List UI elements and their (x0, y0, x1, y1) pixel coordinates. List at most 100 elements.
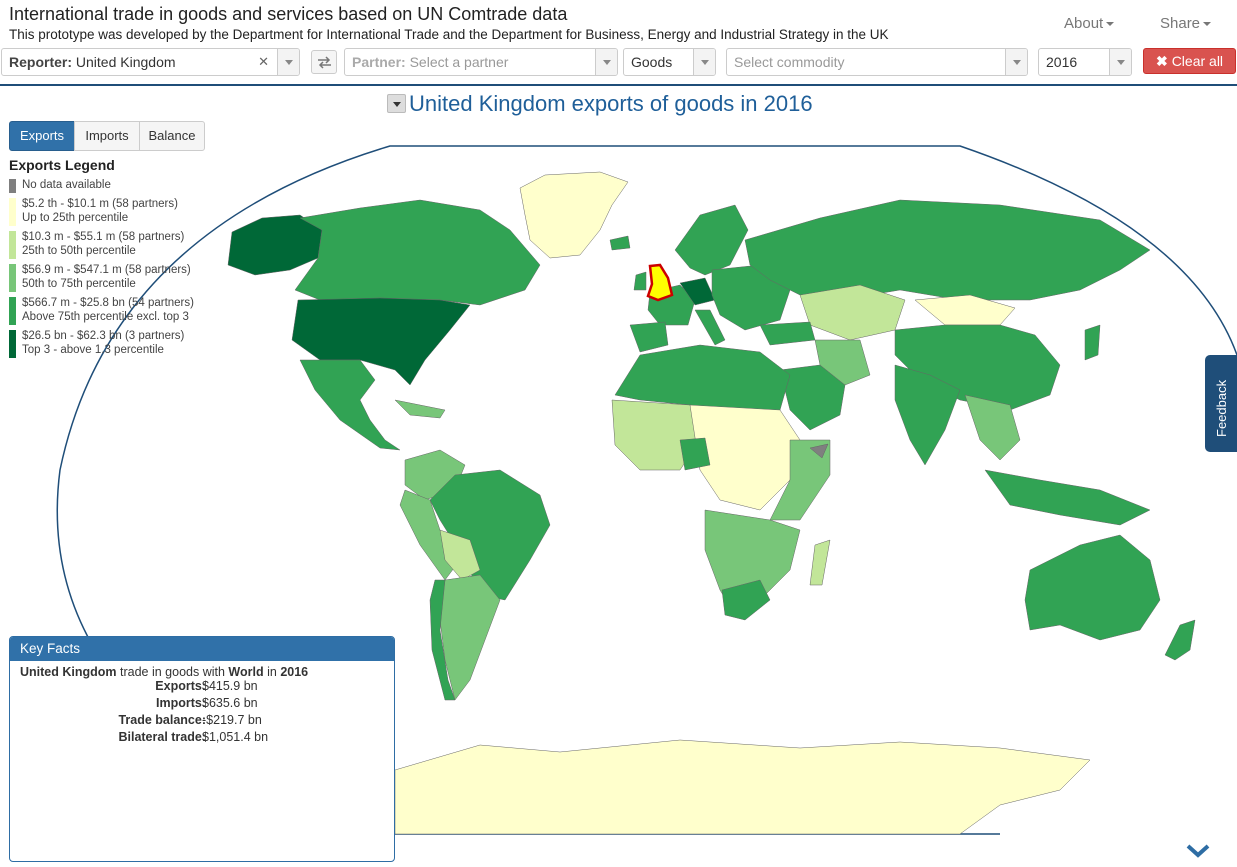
legend-swatch (9, 264, 16, 292)
fact-label: Bilateral trade: (118, 730, 206, 744)
fact-label: Trade balance: (118, 713, 206, 727)
legend-item-range: $10.3 m - $55.1 m (58 partners) (22, 231, 185, 243)
filter-bar: Reporter: United Kingdom ✕ Partner: Sele… (0, 48, 1237, 78)
region-north-africa[interactable] (614, 344, 791, 411)
year-value: 2016 (1046, 54, 1078, 70)
country-kazakhstan[interactable] (799, 284, 906, 341)
fact-row-trade-balance: Trade balance: -$219.7 bn (10, 713, 394, 730)
swap-icon (318, 56, 331, 69)
fact-value: $1,051.4 bn (202, 730, 269, 744)
key-facts-summary: United Kingdom trade in goods with World… (10, 665, 394, 679)
fact-row-imports: Imports: $635.6 bn (10, 696, 394, 713)
legend-item: $5.2 th - $10.1 m (58 partners) Up to 25… (9, 197, 219, 226)
partner-placeholder: Select a partner (409, 54, 509, 70)
header-divider (0, 84, 1237, 86)
reporter-select[interactable]: Reporter: United Kingdom ✕ (1, 48, 300, 76)
country-indonesia[interactable] (984, 469, 1151, 526)
commodity-placeholder: Select commodity (734, 54, 845, 70)
reporter-label: Reporter: (9, 54, 73, 70)
country-uk-reporter[interactable] (646, 263, 674, 302)
key-facts-panel: Key Facts United Kingdom trade in goods … (9, 636, 395, 862)
exports-legend: Exports Legend No data available $5.2 th… (9, 157, 219, 362)
legend-item-percentile: Top 3 - above 1.3 percentile (22, 344, 164, 356)
country-alaska[interactable] (227, 214, 323, 276)
country-nigeria[interactable] (679, 437, 711, 471)
legend-item: $566.7 m - $25.8 bn (54 partners) Above … (9, 296, 219, 325)
country-new-zealand[interactable] (1164, 619, 1196, 661)
clear-all-label: Clear all (1171, 53, 1224, 69)
legend-swatch (9, 179, 16, 193)
caret-down-icon (1203, 22, 1212, 27)
legend-swatch (9, 330, 16, 358)
legend-swatch (9, 198, 16, 226)
country-australia[interactable] (1024, 534, 1161, 641)
chevron-down-icon[interactable] (1005, 49, 1027, 75)
key-facts-header: Key Facts (10, 637, 394, 661)
goods-select[interactable]: Goods (623, 48, 716, 76)
about-menu[interactable]: About (1064, 15, 1115, 32)
country-ireland[interactable] (633, 271, 647, 291)
legend-item-percentile: 25th to 50th percentile (22, 245, 136, 257)
clear-all-button[interactable]: ✖ Clear all (1143, 48, 1236, 74)
legend-item-range: $566.7 m - $25.8 bn (54 partners) (22, 297, 194, 309)
legend-item-percentile: 50th to 75th percentile (22, 278, 136, 290)
feedback-tab[interactable]: Feedback (1205, 355, 1237, 452)
legend-item: $26.5 bn - $62.3 bn (3 partners) Top 3 -… (9, 329, 219, 358)
tab-exports[interactable]: Exports (9, 121, 75, 151)
chevron-down-icon[interactable] (595, 49, 617, 75)
country-iceland[interactable] (609, 235, 631, 251)
country-canada[interactable] (294, 199, 541, 306)
legend-item-range: $56.9 m - $547.1 m (58 partners) (22, 264, 191, 276)
close-icon: ✖ (1155, 53, 1168, 69)
chevron-down-icon[interactable] (693, 49, 715, 75)
legend-swatch (9, 297, 16, 325)
chevron-down-icon[interactable] (277, 49, 299, 75)
header: International trade in goods and service… (0, 0, 1237, 46)
fact-row-bilateral-trade: Bilateral trade: $1,051.4 bn (10, 730, 394, 747)
country-russia[interactable] (744, 199, 1151, 301)
kf-mid-text: trade in goods with (120, 665, 225, 679)
fact-value: $635.6 bn (202, 696, 258, 710)
country-spain[interactable] (629, 321, 669, 353)
reporter-value: United Kingdom (75, 54, 176, 70)
legend-item-percentile: Above 75th percentile excl. top 3 (22, 311, 189, 323)
title-dropdown-button[interactable] (387, 94, 406, 113)
kf-year: 2016 (280, 665, 309, 679)
kf-reporter: United Kingdom (20, 665, 117, 679)
share-menu[interactable]: Share (1160, 15, 1212, 32)
country-argentina[interactable] (439, 574, 501, 701)
kf-partner: World (228, 665, 264, 679)
fact-value: $415.9 bn (202, 679, 258, 693)
country-norway-sweden[interactable] (674, 204, 749, 276)
country-mexico[interactable] (299, 359, 401, 451)
chevron-down-icon[interactable] (1109, 49, 1131, 75)
country-japan[interactable] (1084, 324, 1101, 361)
legend-title: Exports Legend (9, 157, 115, 173)
country-turkey[interactable] (759, 321, 816, 346)
legend-item: No data available (9, 178, 219, 193)
about-label: About (1064, 15, 1104, 32)
tab-balance[interactable]: Balance (139, 121, 205, 151)
partner-select[interactable]: Partner: Select a partner (344, 48, 618, 76)
legend-swatch (9, 231, 16, 259)
commodity-select[interactable]: Select commodity (726, 48, 1028, 76)
app-subtitle: This prototype was developed by the Depa… (9, 27, 889, 42)
app-root: International trade in goods and service… (0, 0, 1237, 867)
chevron-down-icon[interactable] (1185, 842, 1211, 860)
year-select[interactable]: 2016 (1038, 48, 1132, 76)
legend-item: $56.9 m - $547.1 m (58 partners) 50th to… (9, 263, 219, 292)
legend-item-percentile: Up to 25th percentile (22, 212, 129, 224)
country-madagascar[interactable] (809, 539, 831, 586)
clear-icon[interactable]: ✕ (258, 49, 269, 75)
legend-item: $10.3 m - $55.1 m (58 partners) 25th to … (9, 230, 219, 259)
share-label: Share (1160, 15, 1201, 32)
map-title: United Kingdom exports of goods in 2016 (409, 91, 813, 116)
goods-value: Goods (631, 54, 673, 70)
partner-label: Partner: (352, 54, 406, 70)
caret-down-icon (1106, 22, 1115, 27)
region-antarctica[interactable] (394, 739, 1091, 835)
app-title: International trade in goods and service… (9, 4, 568, 24)
tab-imports[interactable]: Imports (74, 121, 140, 151)
swap-button[interactable] (311, 50, 337, 74)
region-caribbean[interactable] (394, 399, 446, 419)
